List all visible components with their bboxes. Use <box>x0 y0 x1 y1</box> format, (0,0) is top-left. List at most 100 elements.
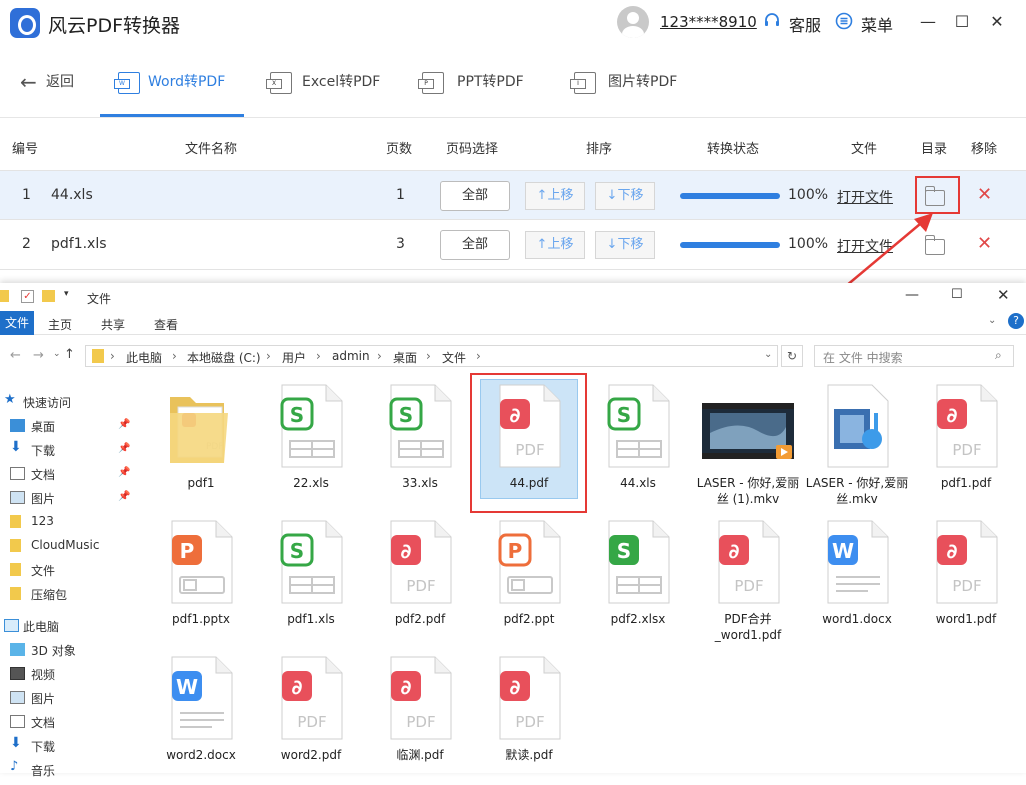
file-item[interactable]: S 33.xls <box>365 383 475 513</box>
file-item[interactable]: Ppdf1.pptx <box>146 519 256 649</box>
move-down-button[interactable]: ↓下移 <box>595 231 655 259</box>
pdf-file-icon: ∂ PDF <box>494 655 564 741</box>
sidebar-item-cloudmusic[interactable]: CloudMusic <box>0 535 140 557</box>
forward-arrow-icon[interactable]: → <box>33 348 44 363</box>
ribbon-tab-view[interactable]: 查看 <box>154 316 178 333</box>
menu-icon[interactable] <box>835 12 853 34</box>
file-item[interactable]: ∂ PDF PDF合并_word1.pdf <box>693 519 803 649</box>
sidebar-item-pictures-pc[interactable]: 图片 <box>0 687 140 709</box>
file-item[interactable]: Wword2.docx <box>146 655 256 785</box>
pin-icon[interactable]: 📌 <box>118 419 130 430</box>
sidebar-item-downloads-pc[interactable]: ⬇ 下载 <box>0 735 140 757</box>
remove-icon[interactable]: ✕ <box>977 233 992 254</box>
file-item[interactable]: Ppdf2.ppt <box>474 519 584 649</box>
recent-locations-icon[interactable]: ⌄ <box>53 349 61 359</box>
back-button[interactable]: 返回 <box>46 46 74 118</box>
col-number: 编号 <box>12 142 39 157</box>
properties-icon[interactable]: ✓ <box>21 290 34 303</box>
move-up-button[interactable]: ↑上移 <box>525 182 585 210</box>
sidebar-item-this-pc[interactable]: 此电脑 <box>0 615 140 637</box>
svg-text:∂: ∂ <box>510 675 521 699</box>
sidebar-item-3d-objects[interactable]: 3D 对象 <box>0 639 140 661</box>
file-item[interactable]: ∂ PDF pdf2.pdf <box>365 519 475 649</box>
ribbon-tab-home[interactable]: 主页 <box>48 316 72 333</box>
close-icon[interactable]: ✕ <box>997 286 1010 304</box>
sidebar-item-desktop[interactable]: 桌面 📌 <box>0 415 140 437</box>
file-item[interactable]: Wword1.docx <box>802 519 912 649</box>
page-range-button[interactable]: 全部 <box>440 181 510 211</box>
move-up-button[interactable]: ↑上移 <box>525 231 585 259</box>
download-icon: ⬇ <box>10 439 22 455</box>
ribbon-tab-file[interactable]: 文件 <box>0 311 34 335</box>
back-arrow-icon[interactable]: ← <box>10 348 21 363</box>
sidebar-item-files[interactable]: 文件 <box>0 559 140 581</box>
file-item[interactable]: Spdf2.xlsx <box>583 519 693 649</box>
pdf-file-icon: ∂ PDF <box>276 655 346 741</box>
breadcrumb-pc[interactable]: 此电脑 <box>126 349 162 366</box>
up-arrow-icon[interactable]: ↑ <box>64 347 75 362</box>
breadcrumb-users[interactable]: 用户 <box>282 349 306 366</box>
tab-excel-to-pdf[interactable]: Excel转PDF <box>302 46 380 118</box>
minimize-icon[interactable]: — <box>916 10 940 34</box>
sidebar-item-label: 文档 <box>31 468 56 482</box>
sidebar-item-label: 下载 <box>31 740 56 754</box>
sidebar-item-documents-pc[interactable]: 文档 <box>0 711 140 733</box>
file-item[interactable]: PDF pdf1 <box>146 383 256 513</box>
new-folder-icon[interactable] <box>42 290 55 302</box>
page-range-button[interactable]: 全部 <box>440 230 510 260</box>
close-icon[interactable]: ✕ <box>985 10 1009 34</box>
file-item[interactable]: Spdf1.xls <box>256 519 366 649</box>
maximize-icon[interactable]: ☐ <box>951 287 963 302</box>
breadcrumb-drive[interactable]: 本地磁盘 (C:) <box>187 349 261 366</box>
chevron-down-icon[interactable]: ⌄ <box>988 315 996 326</box>
file-item[interactable]: ∂ PDF 默读.pdf <box>474 655 584 785</box>
file-item[interactable]: ∂ PDF word2.pdf <box>256 655 366 785</box>
service-button[interactable]: 客服 <box>789 12 821 36</box>
maximize-icon[interactable]: ☐ <box>950 10 974 34</box>
address-bar[interactable]: › 此电脑 › 本地磁盘 (C:) › 用户 › admin › 桌面 › 文件… <box>85 345 778 367</box>
breadcrumb-admin[interactable]: admin <box>332 349 370 363</box>
move-down-button[interactable]: ↓下移 <box>595 182 655 210</box>
quick-access-dropdown-icon[interactable]: ▾ <box>64 289 69 299</box>
file-item[interactable]: S 22.xls <box>256 383 366 513</box>
sidebar-item-videos[interactable]: 视频 <box>0 663 140 685</box>
pin-icon[interactable]: 📌 <box>118 443 130 454</box>
pin-icon[interactable]: 📌 <box>118 467 130 478</box>
sidebar-item-downloads[interactable]: ⬇ 下载 📌 <box>0 439 140 461</box>
sidebar-item-label: 此电脑 <box>23 620 60 634</box>
open-file-link[interactable]: 打开文件 <box>837 187 893 207</box>
help-icon[interactable]: ? <box>1008 313 1024 329</box>
tab-word-to-pdf[interactable]: Word转PDF <box>148 46 225 118</box>
tab-image-to-pdf[interactable]: 图片转PDF <box>608 46 677 118</box>
sidebar-item-music[interactable]: ♪ 音乐 <box>0 759 140 781</box>
refresh-icon[interactable]: ↻ <box>781 345 803 367</box>
sidebar-item-123[interactable]: 123 <box>0 511 140 533</box>
username-link[interactable]: 123****8910 <box>660 13 757 31</box>
file-item[interactable]: LASER - 你好,爱丽丝 (1).mkv <box>693 383 803 513</box>
headset-icon[interactable] <box>763 12 781 34</box>
sidebar-item-documents[interactable]: 文档 📌 <box>0 463 140 485</box>
file-item[interactable]: LASER - 你好,爱丽丝.mkv <box>802 383 912 513</box>
minimize-icon[interactable]: — <box>905 287 919 303</box>
download-icon: ⬇ <box>10 735 22 751</box>
sidebar-item-pictures[interactable]: 图片 📌 <box>0 487 140 509</box>
pin-icon[interactable]: 📌 <box>118 491 130 502</box>
avatar[interactable] <box>617 6 649 38</box>
sidebar-item-quick-access[interactable]: ★ 快速访问 <box>0 391 140 413</box>
back-arrow-icon[interactable]: ← <box>20 46 37 118</box>
ribbon-tab-share[interactable]: 共享 <box>101 316 125 333</box>
file-item[interactable]: ∂ PDF pdf1.pdf <box>911 383 1021 513</box>
file-item[interactable]: S 44.xls <box>583 383 693 513</box>
chevron-down-icon[interactable]: ⌄ <box>764 349 772 360</box>
search-input[interactable]: 在 文件 中搜索 ⌕ <box>814 345 1014 367</box>
tab-ppt-to-pdf[interactable]: PPT转PDF <box>457 46 524 118</box>
breadcrumb-folder[interactable]: 文件 <box>442 349 466 366</box>
ppt-tab-icon: P <box>418 72 444 94</box>
file-item[interactable]: ∂ PDF 临渊.pdf <box>365 655 475 785</box>
file-item[interactable]: ∂ PDF word1.pdf <box>911 519 1021 649</box>
menu-button[interactable]: 菜单 <box>861 12 893 36</box>
breadcrumb-desktop[interactable]: 桌面 <box>393 349 417 366</box>
svg-text:∂: ∂ <box>729 539 740 563</box>
remove-icon[interactable]: ✕ <box>977 184 992 205</box>
sidebar-item-archives[interactable]: 压缩包 <box>0 583 140 605</box>
